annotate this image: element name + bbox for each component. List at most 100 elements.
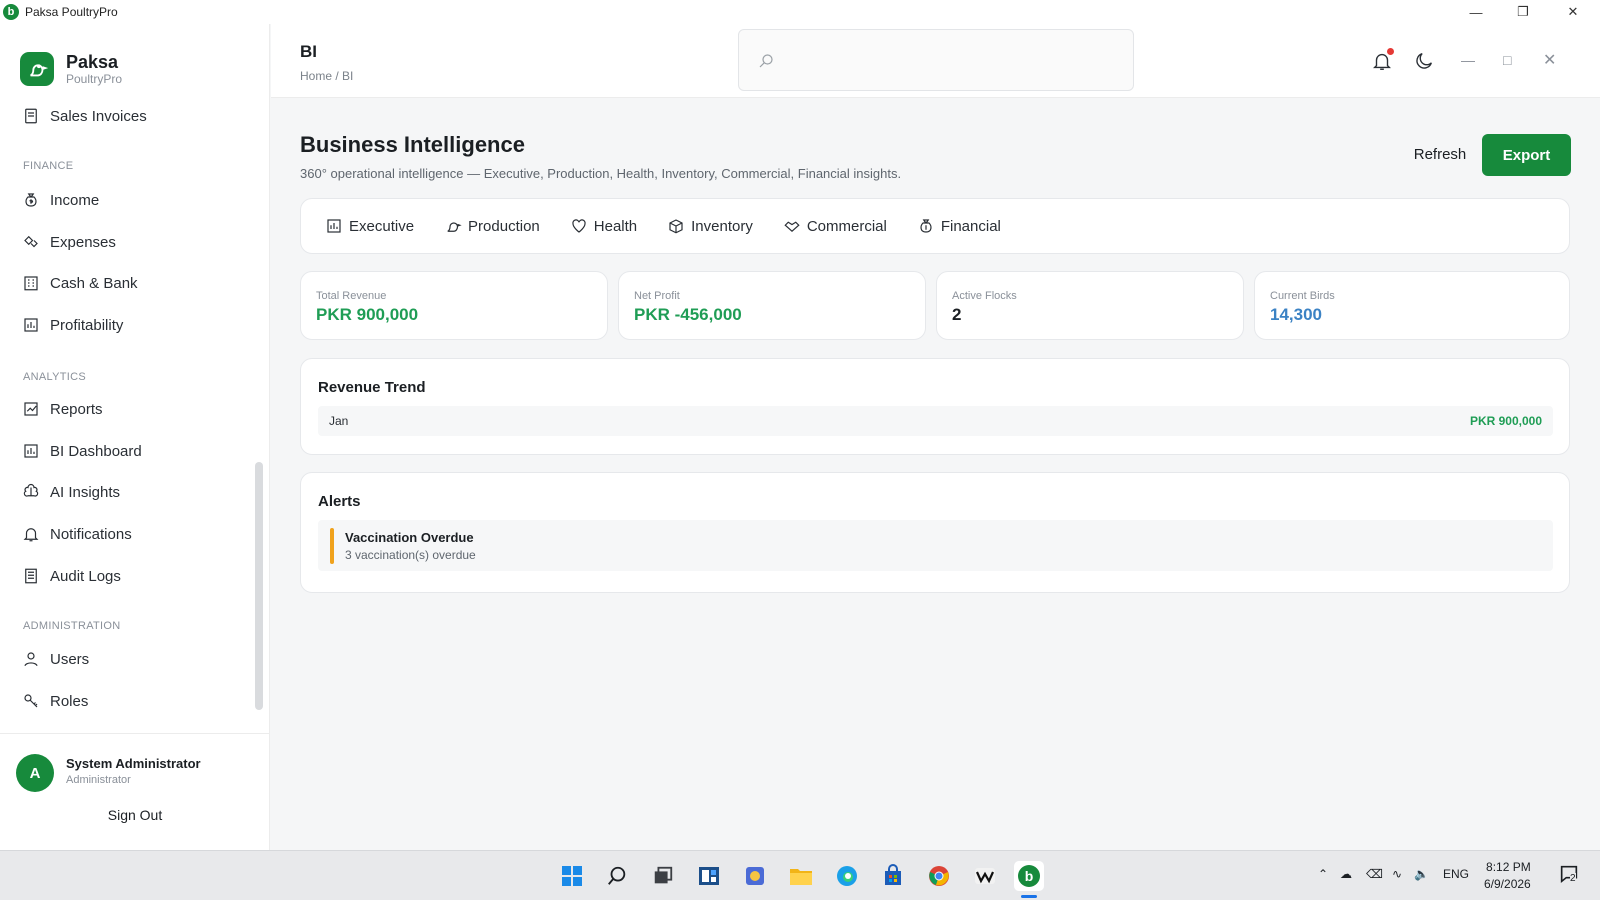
refresh-button[interactable]: Refresh: [1405, 134, 1475, 174]
file-explorer-icon[interactable]: [786, 861, 816, 891]
bank-building-icon: [24, 276, 38, 291]
sidebar-item-roles[interactable]: Roles: [22, 689, 88, 713]
invoice-icon: [25, 108, 37, 124]
brand[interactable]: Paksa PoultryPro: [20, 52, 122, 86]
money-hand-icon: [24, 235, 38, 248]
kpi-net-profit: Net Profit PKR -456,000: [618, 271, 926, 340]
chevron-up-icon[interactable]: ⌃: [1318, 867, 1328, 881]
minimize-window-button[interactable]: —: [1453, 0, 1499, 24]
trend-amount: PKR 900,000: [1469, 414, 1542, 428]
sidebar-item-reports[interactable]: Reports: [22, 397, 103, 421]
avatar[interactable]: A: [16, 754, 54, 792]
language-indicator[interactable]: ENG: [1443, 867, 1469, 881]
app-logo-icon: b: [3, 4, 19, 20]
sidebar-item-bi-dashboard[interactable]: BI Dashboard: [22, 439, 142, 463]
sidebar-item-users[interactable]: Users: [22, 647, 89, 671]
tab-inventory[interactable]: Inventory: [667, 217, 753, 235]
main-title: Business Intelligence: [300, 132, 525, 157]
tab-label: Inventory: [691, 217, 753, 235]
tab-financial[interactable]: Financial: [917, 217, 1001, 235]
widgets-icon[interactable]: [694, 861, 724, 891]
sidebar-item-ai-insights[interactable]: AI Insights: [22, 480, 120, 504]
moon-icon: [1416, 53, 1432, 69]
tab-label: Health: [593, 217, 638, 235]
section-label-finance: FINANCE: [23, 160, 74, 172]
list-item: Jan PKR 900,000: [318, 406, 1553, 436]
sidebar-item-income[interactable]: Income: [22, 188, 99, 212]
app-minimize-button[interactable]: —: [1461, 52, 1475, 68]
kpi-value: 2: [952, 305, 962, 324]
sidebar-scrollbar[interactable]: [255, 462, 263, 710]
sidebar-item-notifications[interactable]: Notifications: [22, 522, 132, 546]
kpi-label: Current Birds: [1270, 290, 1335, 302]
notification-dot: [1387, 48, 1394, 55]
sidebar-item-label: Profitability: [50, 316, 124, 334]
notifications-button[interactable]: [1371, 48, 1394, 72]
search-input[interactable]: [738, 29, 1134, 91]
kpi-value: PKR 900,000: [316, 305, 419, 324]
window-title: Paksa PoultryPro: [25, 5, 118, 19]
section-label-analytics: ANALYTICS: [23, 371, 87, 383]
brand-name: Paksa: [66, 52, 119, 72]
key-icon: [24, 694, 38, 708]
edge-browser-icon[interactable]: [832, 861, 862, 891]
hen-icon: [447, 222, 462, 232]
os-taskbar: b ⌃ ☁ ⌫ ∿ 🔈 ENG 8:12 PM 6/9/2026 2: [0, 850, 1600, 900]
sidebar-item-sales-invoices[interactable]: Sales Invoices: [22, 108, 147, 128]
app-icon[interactable]: [740, 861, 770, 891]
breadcrumb[interactable]: Home / BI: [300, 69, 353, 83]
export-button[interactable]: Export: [1482, 134, 1571, 176]
card-title: Alerts: [318, 493, 361, 510]
kpi-current-birds: Current Birds 14,300: [1254, 271, 1570, 340]
app-w-icon[interactable]: [970, 861, 1000, 891]
sidebar-item-label: Income: [50, 191, 100, 209]
clock[interactable]: 8:12 PM 6/9/2026: [1484, 859, 1531, 893]
alerts-card: Alerts Vaccination Overdue 3 vaccination…: [300, 472, 1570, 593]
sidebar-item-expenses[interactable]: Expenses: [22, 230, 116, 254]
bell-icon: [23, 528, 39, 542]
money-bag-icon: [25, 193, 37, 207]
sidebar: Paksa PoultryPro Sales Invoices FINANCE …: [0, 24, 270, 850]
tab-label: Executive: [349, 217, 415, 235]
package-icon: [669, 219, 683, 234]
user-role: Administrator: [66, 774, 131, 786]
sidebar-item-audit-logs[interactable]: Audit Logs: [22, 564, 121, 588]
heart-icon: [572, 219, 586, 233]
battery-icon[interactable]: ⌫: [1366, 867, 1383, 881]
notification-count: 2: [1570, 873, 1576, 884]
tab-production[interactable]: Production: [444, 217, 540, 235]
restore-window-button[interactable]: ❐: [1500, 0, 1546, 24]
tab-commercial[interactable]: Commercial: [783, 217, 887, 235]
theme-toggle-button[interactable]: [1413, 50, 1435, 72]
task-view-icon[interactable]: [648, 861, 678, 891]
wifi-icon[interactable]: ∿: [1392, 867, 1402, 881]
close-window-button[interactable]: ✕: [1550, 0, 1596, 24]
kpi-label: Net Profit: [634, 290, 680, 302]
chrome-browser-icon[interactable]: [924, 861, 954, 891]
tab-executive[interactable]: Executive: [325, 217, 414, 235]
volume-icon[interactable]: 🔈: [1414, 867, 1429, 881]
kpi-label: Total Revenue: [316, 290, 387, 302]
reports-icon: [24, 402, 38, 416]
start-menu-icon[interactable]: [557, 861, 587, 891]
tab-health[interactable]: Health: [570, 217, 637, 235]
paksa-poultrypro-taskbar-icon[interactable]: b: [1014, 861, 1044, 891]
kpi-label: Active Flocks: [952, 290, 1017, 302]
search-icon[interactable]: [602, 861, 632, 891]
notification-center-icon[interactable]: 2: [1558, 863, 1580, 888]
user-profile: A System Administrator Administrator Sig…: [0, 733, 270, 850]
sidebar-item-profitability[interactable]: Profitability: [22, 313, 123, 337]
log-book-icon: [25, 568, 37, 584]
sidebar-item-cash-bank[interactable]: Cash & Bank: [22, 271, 138, 295]
app-close-button[interactable]: ✕: [1543, 50, 1556, 70]
store-icon[interactable]: [878, 861, 908, 891]
sidebar-item-label: Cash & Bank: [50, 274, 138, 292]
app-maximize-button[interactable]: □: [1503, 52, 1511, 68]
cloud-icon[interactable]: ☁: [1340, 867, 1352, 881]
brand-logo-icon: [20, 52, 54, 86]
sidebar-item-label: Roles: [50, 692, 89, 710]
page-title: BI: [300, 42, 317, 61]
revenue-trend-card: Revenue Trend Jan PKR 900,000: [300, 358, 1570, 455]
alert-item[interactable]: Vaccination Overdue 3 vaccination(s) ove…: [318, 520, 1553, 571]
sign-out-button[interactable]: Sign Out: [0, 807, 270, 823]
